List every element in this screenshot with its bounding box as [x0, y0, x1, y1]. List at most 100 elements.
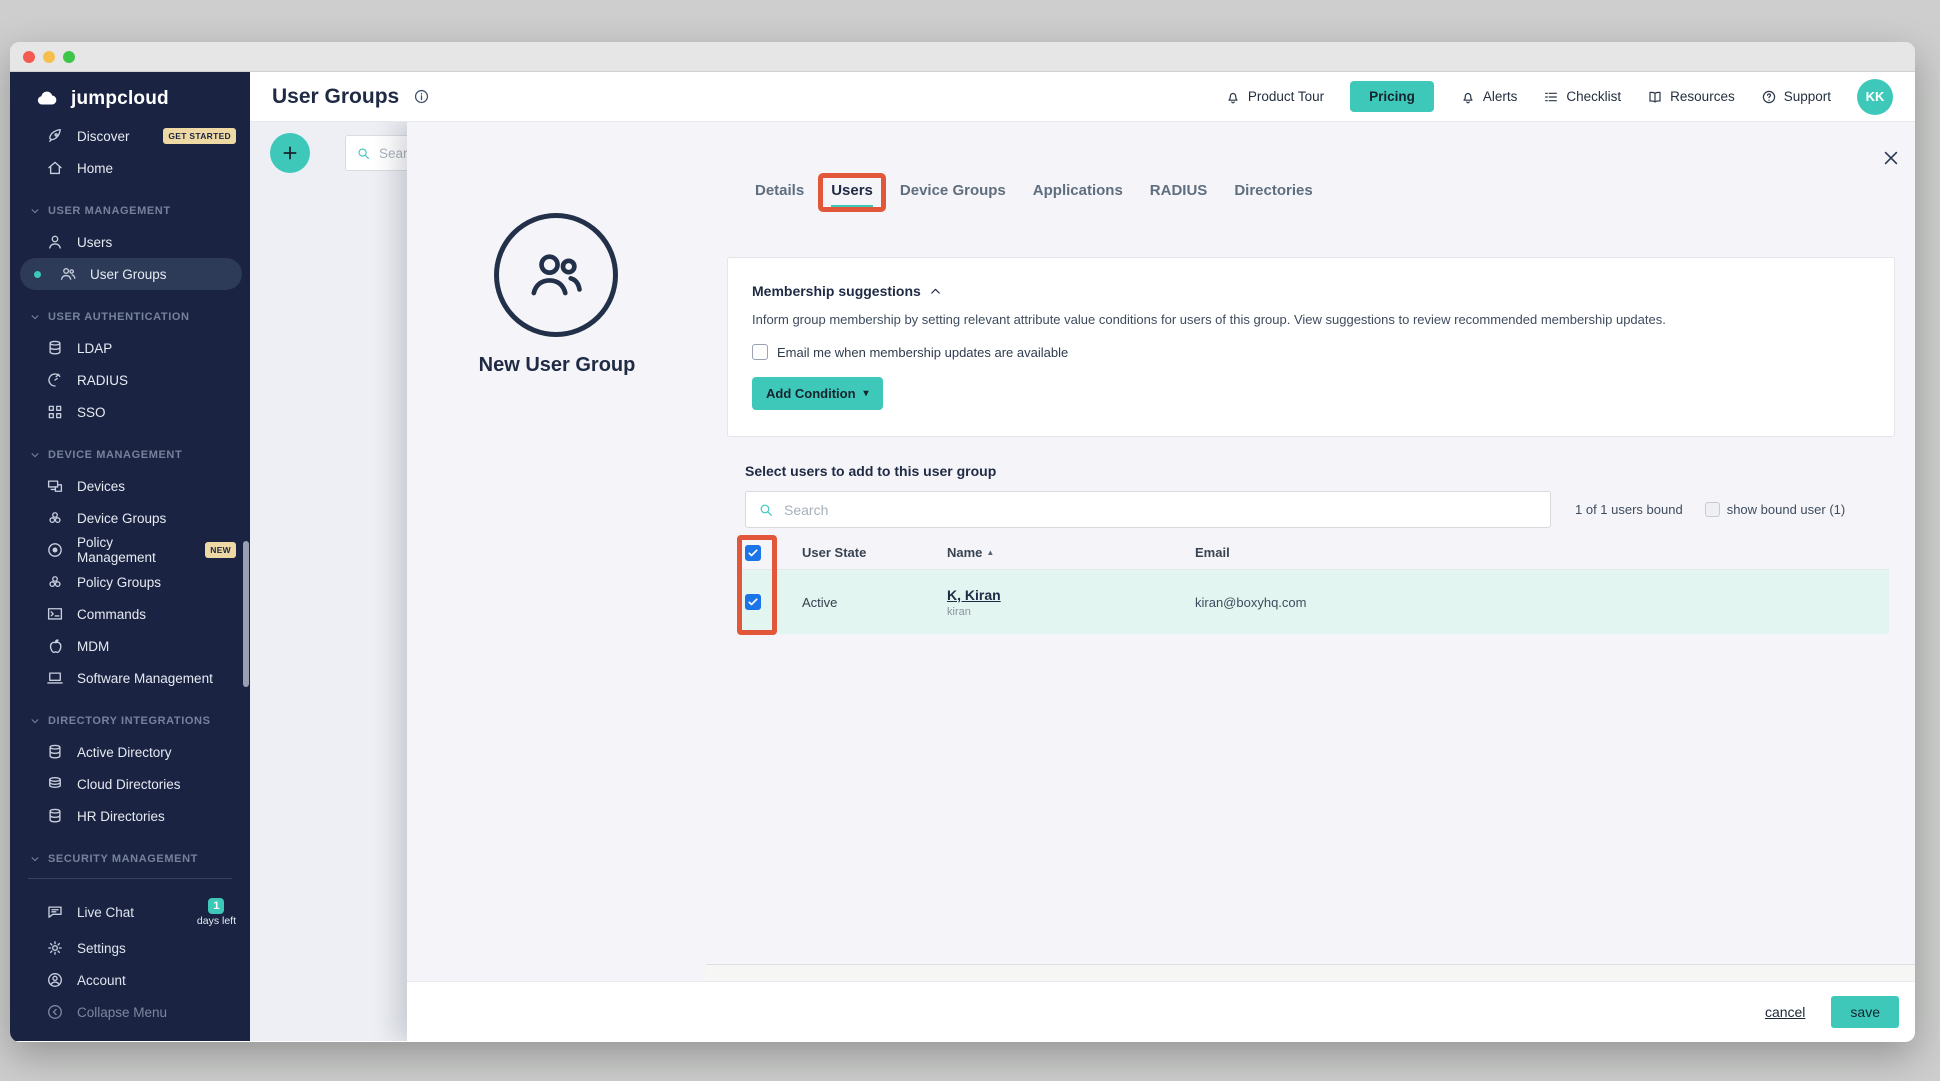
column-header-user-state[interactable]: User State	[789, 545, 934, 560]
chevron-down-icon	[30, 450, 40, 460]
column-header-email[interactable]: Email	[1182, 545, 1889, 560]
product-tour-button[interactable]: Product Tour	[1225, 89, 1324, 105]
chevron-down-icon	[30, 206, 40, 216]
column-header-name[interactable]: Name▲	[934, 545, 1182, 560]
tab-label: RADIUS	[1150, 182, 1208, 199]
sidebar-item-user-groups[interactable]: User Groups	[20, 258, 242, 290]
database-icon	[46, 339, 64, 357]
section-title-label: DIRECTORY INTEGRATIONS	[48, 715, 211, 727]
sidebar-item-device-groups[interactable]: Device Groups	[10, 502, 250, 534]
chat-icon	[46, 903, 64, 921]
table-row[interactable]: Active K, Kiran kiran kiran@boxyhq.com	[737, 570, 1889, 634]
trial-days-left: 1 days left	[197, 898, 236, 927]
close-window-button[interactable]	[23, 51, 35, 63]
help-icon	[1761, 89, 1777, 105]
active-indicator-dot	[34, 271, 41, 278]
rocket-icon	[46, 127, 64, 145]
users-search-box[interactable]	[745, 491, 1551, 528]
sidebar-item-settings[interactable]: Settings	[10, 932, 250, 964]
user-icon	[46, 233, 64, 251]
sidebar-item-label: Settings	[77, 941, 126, 956]
info-icon[interactable]	[413, 88, 430, 105]
section-title-label: SECURITY MANAGEMENT	[48, 853, 198, 865]
sidebar-item-users[interactable]: Users	[10, 226, 250, 258]
email-updates-checkbox[interactable]	[752, 344, 768, 360]
user-group-icon	[59, 265, 77, 283]
sidebar-scrollbar[interactable]	[243, 541, 249, 687]
sidebar-item-label: Live Chat	[77, 905, 134, 920]
tab-applications[interactable]: Applications	[1033, 182, 1123, 208]
tab-directories[interactable]: Directories	[1234, 182, 1312, 208]
section-device-management[interactable]: DEVICE MANAGEMENT	[10, 440, 250, 470]
alerts-label: Alerts	[1483, 89, 1518, 104]
section-user-authentication[interactable]: USER AUTHENTICATION	[10, 302, 250, 332]
sidebar-item-active-directory[interactable]: Active Directory	[10, 736, 250, 768]
add-user-group-button[interactable]	[270, 133, 310, 173]
sidebar-item-software-management[interactable]: Software Management	[10, 662, 250, 694]
sidebar-item-sso[interactable]: SSO	[10, 396, 250, 428]
select-all-checkbox[interactable]	[745, 545, 761, 561]
sidebar-item-radius[interactable]: RADIUS	[10, 364, 250, 396]
sidebar-item-devices[interactable]: Devices	[10, 470, 250, 502]
close-icon[interactable]	[1881, 148, 1901, 168]
sidebar-item-ldap[interactable]: LDAP	[10, 332, 250, 364]
tab-device-groups[interactable]: Device Groups	[900, 182, 1006, 208]
tab-users[interactable]: Users	[831, 182, 873, 208]
user-avatar[interactable]: KK	[1857, 79, 1893, 115]
jumpcloud-logo: jumpcloud	[10, 72, 250, 120]
bound-users-summary: 1 of 1 users bound	[1575, 502, 1683, 517]
database-icon	[46, 807, 64, 825]
membership-suggestions-toggle[interactable]: Membership suggestions	[752, 283, 1870, 299]
get-started-badge: GET STARTED	[163, 128, 236, 144]
sidebar-item-cloud-directories[interactable]: Cloud Directories	[10, 768, 250, 800]
tab-details[interactable]: Details	[755, 182, 804, 208]
section-directory-integrations[interactable]: DIRECTORY INTEGRATIONS	[10, 706, 250, 736]
search-icon	[758, 502, 774, 518]
account-icon	[46, 971, 64, 989]
sidebar-item-label: Policy Management	[77, 535, 192, 565]
section-security-management[interactable]: SECURITY MANAGEMENT	[10, 844, 250, 874]
tab-radius[interactable]: RADIUS	[1150, 182, 1208, 208]
sidebar-item-account[interactable]: Account	[10, 964, 250, 996]
chevron-up-icon	[929, 285, 942, 298]
resources-button[interactable]: Resources	[1647, 89, 1735, 105]
sidebar-item-hr-directories[interactable]: HR Directories	[10, 800, 250, 832]
alerts-button[interactable]: Alerts	[1460, 89, 1518, 105]
home-icon	[46, 159, 64, 177]
users-search-input[interactable]	[784, 502, 1538, 518]
section-user-management[interactable]: USER MANAGEMENT	[10, 196, 250, 226]
add-condition-button[interactable]: Add Condition ▾	[752, 377, 883, 410]
sidebar-item-label: HR Directories	[77, 809, 165, 824]
sidebar-item-commands[interactable]: Commands	[10, 598, 250, 630]
row-checkbox[interactable]	[745, 594, 761, 610]
sidebar-item-live-chat[interactable]: Live Chat 1 days left	[10, 892, 250, 932]
sidebar-item-collapse-menu[interactable]: Collapse Menu	[10, 996, 250, 1028]
cloud-logo-icon	[32, 88, 62, 110]
sidebar-item-label: LDAP	[77, 341, 112, 356]
support-button[interactable]: Support	[1761, 89, 1831, 105]
section-title-label: USER AUTHENTICATION	[48, 311, 190, 323]
checklist-button[interactable]: Checklist	[1543, 89, 1621, 105]
zoom-window-button[interactable]	[63, 51, 75, 63]
sidebar-item-home[interactable]: Home	[10, 152, 250, 184]
user-state-cell: Active	[789, 595, 934, 610]
cancel-button[interactable]: cancel	[1765, 1004, 1805, 1020]
show-bound-user-toggle[interactable]: show bound user (1)	[1705, 502, 1846, 517]
sidebar-item-policy-groups[interactable]: Policy Groups	[10, 566, 250, 598]
sidebar-item-mdm[interactable]: MDM	[10, 630, 250, 662]
save-button[interactable]: save	[1831, 996, 1899, 1028]
membership-suggestions-panel: Membership suggestions Inform group memb…	[727, 257, 1895, 437]
minimize-window-button[interactable]	[43, 51, 55, 63]
sidebar-item-discover[interactable]: Discover GET STARTED	[10, 120, 250, 152]
sidebar-item-label: Devices	[77, 479, 125, 494]
pricing-button[interactable]: Pricing	[1350, 81, 1434, 112]
database-stack-icon	[46, 775, 64, 793]
show-bound-checkbox[interactable]	[1705, 502, 1720, 517]
user-name-link[interactable]: K, Kiran	[947, 587, 1182, 603]
sidebar-item-policy-management[interactable]: Policy Management NEW	[10, 534, 250, 566]
drawer-footer: cancel save	[407, 981, 1915, 1041]
checklist-icon	[1543, 89, 1559, 105]
caret-down-icon: ▾	[864, 389, 869, 399]
tab-label: Applications	[1033, 182, 1123, 199]
tab-label: Directories	[1234, 182, 1312, 199]
